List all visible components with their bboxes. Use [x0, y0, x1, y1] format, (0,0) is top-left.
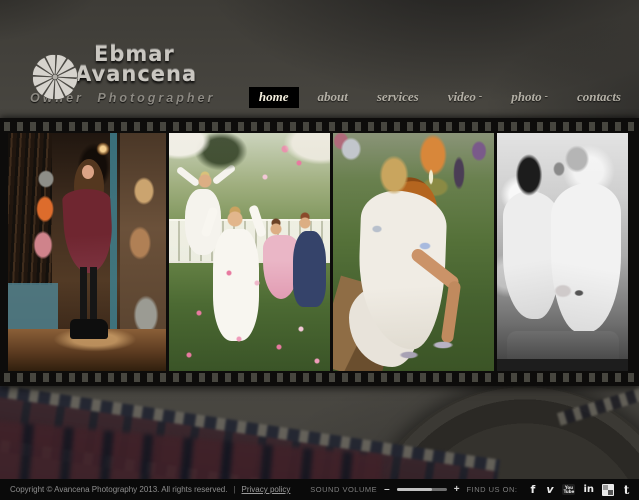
- nav-item-photo[interactable]: photo -: [501, 87, 558, 108]
- photo2-boy2-outfit-shape: [213, 229, 259, 341]
- pinwheel-logo-icon: [32, 54, 78, 100]
- nav-about-label: about: [317, 89, 348, 104]
- footer-bar: Copyright © Avancena Photography 2013. A…: [0, 479, 639, 500]
- main-nav: home about services video - photo - cont…: [240, 87, 631, 108]
- footer-separator: |: [233, 485, 236, 494]
- twitter-icon[interactable]: t: [622, 483, 631, 497]
- photo1-wood-floor-shape: [8, 329, 166, 371]
- nav-services-label: services: [376, 89, 419, 104]
- photo2-boy1-arm-shape: [211, 163, 237, 186]
- logo-name-line1: Ebmar: [94, 42, 175, 66]
- photo2-girl-pink-dress-shape: [263, 235, 299, 299]
- nav-item-home[interactable]: home: [248, 87, 299, 108]
- photo2-boy2-arm-shape: [248, 204, 267, 238]
- gallery-photo-leather-shop[interactable]: [8, 133, 166, 371]
- film-sprockets-bottom: [3, 373, 636, 382]
- photo2-petals-and-heads-blobs: [169, 133, 330, 371]
- photo4-trousers-shape: [507, 331, 619, 371]
- photo3-white-dress-shape: [356, 189, 448, 351]
- gallery-photo-couple-kissing[interactable]: [497, 133, 628, 371]
- social-icons: f v You Tube in t: [528, 483, 631, 497]
- nav-item-services[interactable]: services: [367, 87, 429, 108]
- photo2-white-fence-shape: [169, 219, 330, 263]
- film-sprockets-top: [3, 122, 636, 131]
- photo2-boy-navy-shirt-shape: [293, 231, 326, 307]
- photo1-scene-blobs: [8, 133, 166, 329]
- logo[interactable]: Ebmar Avancena Owner Photographer: [28, 42, 215, 106]
- nav-item-about[interactable]: about: [308, 87, 358, 108]
- photo1-blue-wall-shape: [8, 283, 58, 329]
- photo1-hanging-belts-shape: [8, 133, 52, 285]
- footer-right: SOUND VOLUME – + FIND US ON: f v You Tub…: [310, 483, 631, 497]
- volume-slider-fill: [396, 488, 432, 491]
- page: Ebmar Avancena Owner Photographer home a…: [0, 0, 639, 500]
- photo3-guitar-shape: [379, 171, 445, 245]
- gallery-photo-kids-petals[interactable]: [169, 133, 330, 371]
- nav-photo-label: photo: [511, 89, 542, 104]
- footer-left: Copyright © Avancena Photography 2013. A…: [10, 485, 290, 494]
- linkedin-icon[interactable]: in: [583, 483, 594, 496]
- photo1-legs-shape: [80, 267, 97, 323]
- photo2-boy1-arm-shape: [175, 165, 201, 188]
- logo-name-line2: Avancena: [75, 62, 198, 86]
- nav-home-label: home: [258, 89, 289, 104]
- sound-volume-label: SOUND VOLUME: [310, 485, 378, 494]
- copyright-text: Copyright © Avancena Photography 2013. A…: [10, 485, 228, 494]
- gallery-photo-bride-bench[interactable]: [333, 133, 494, 371]
- dropdown-indicator-icon: -: [478, 91, 483, 102]
- photo1-girl-face-shape: [82, 165, 94, 179]
- nav-video-label: video: [447, 89, 476, 104]
- photo1-burgundy-dress-shape: [61, 187, 115, 275]
- youtube-icon[interactable]: You Tube: [562, 484, 576, 495]
- photo-row: [8, 133, 628, 371]
- photo1-shelf-shape: [120, 133, 166, 371]
- filmstrip-gallery: [0, 118, 639, 386]
- photo3-wood-bench-shape: [333, 275, 405, 371]
- nav-contacts-label: contacts: [576, 89, 621, 104]
- privacy-policy-link[interactable]: Privacy policy: [242, 485, 291, 494]
- photo1-girl-hair-shape: [74, 159, 104, 227]
- photo3-face-and-details-blobs: [333, 133, 494, 371]
- delicious-icon[interactable]: [602, 483, 614, 496]
- volume-slider[interactable]: [396, 488, 447, 491]
- nav-item-video[interactable]: video -: [438, 87, 493, 108]
- volume-down-button[interactable]: –: [384, 484, 390, 495]
- photo2-boy1-shirt-shape: [185, 189, 221, 255]
- photo3-dress-train-shape: [349, 285, 421, 367]
- photo3-leg-shape: [408, 246, 462, 292]
- volume-up-button[interactable]: +: [454, 484, 460, 495]
- dropdown-indicator-icon: -: [544, 91, 548, 102]
- photo3-background-crowd-blobs: [333, 133, 494, 211]
- photo4-heads-and-details-blobs: [497, 133, 628, 371]
- photo4-man-shirt-shape: [551, 183, 621, 333]
- youtube-icon-text-bottom: Tube: [563, 488, 575, 494]
- photo2-boy2-arm-shape: [200, 206, 219, 238]
- find-us-label: FIND US ON:: [466, 485, 518, 494]
- photo4-woman-shirt-shape: [503, 191, 561, 319]
- facebook-icon[interactable]: f: [528, 483, 537, 496]
- photo4-wave-texture: [497, 133, 628, 371]
- photo3-shin-shape: [440, 280, 462, 344]
- nav-item-contacts[interactable]: contacts: [567, 87, 631, 108]
- vimeo-icon[interactable]: v: [545, 483, 554, 496]
- photo1-boots-shape: [70, 319, 108, 339]
